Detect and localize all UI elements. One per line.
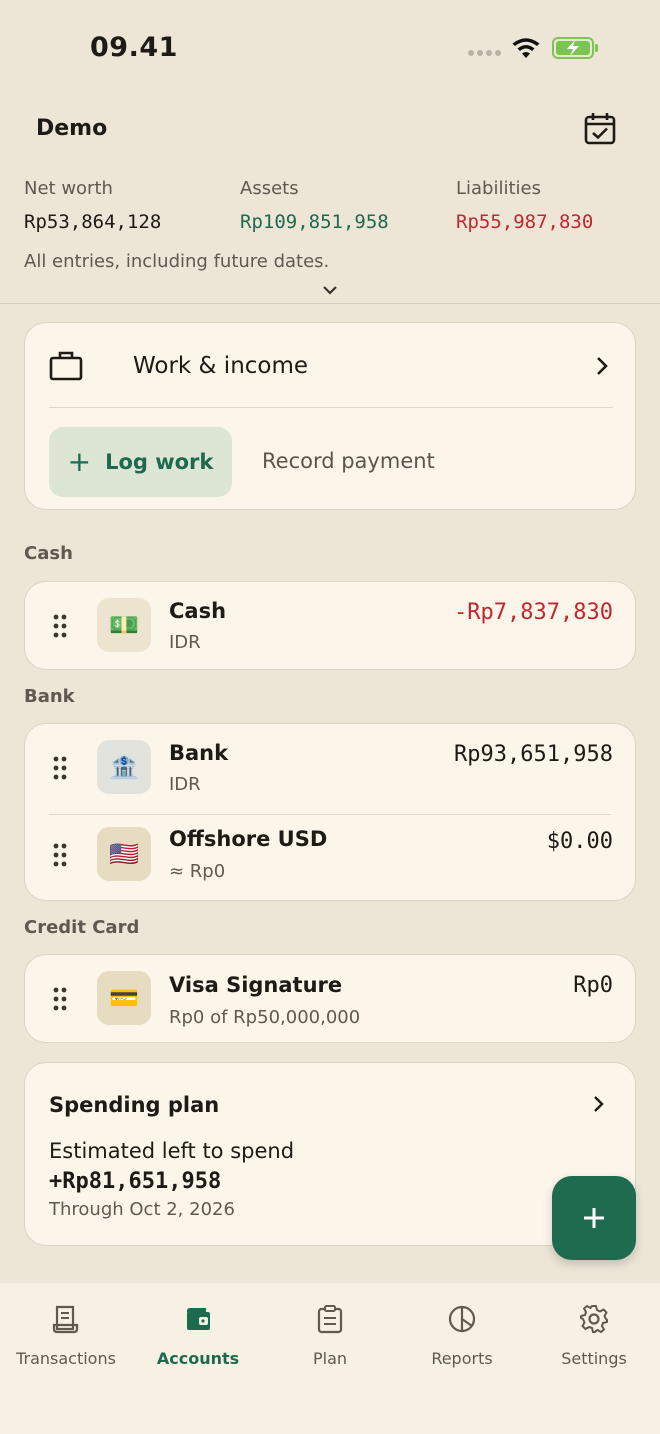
gear-icon bbox=[580, 1305, 608, 1333]
us-flag-icon: 🇺🇸 bbox=[97, 827, 151, 881]
briefcase-icon bbox=[49, 351, 83, 381]
battery-charging-icon bbox=[552, 37, 598, 59]
account-card-bank: 🏦 Bank IDR Rp93,651,958 🇺🇸 Offshore USD … bbox=[24, 723, 636, 901]
drag-handle-icon[interactable] bbox=[53, 614, 67, 638]
status-time: 09.41 bbox=[90, 32, 178, 63]
credit-limit-usage: Rp0 of Rp50,000,000 bbox=[169, 1007, 361, 1028]
clipboard-icon bbox=[317, 1305, 343, 1334]
account-name: Bank bbox=[169, 741, 229, 765]
nav-item-reports[interactable]: Reports bbox=[396, 1303, 528, 1368]
net-worth-column: Net worth Rp53,864,128 bbox=[24, 178, 161, 233]
account-balance: Rp93,651,958 bbox=[454, 742, 613, 767]
account-card-cash: 💵 Cash IDR -Rp7,837,830 bbox=[24, 581, 636, 670]
account-name: Cash bbox=[169, 599, 227, 623]
cash-emoji-icon: 💵 bbox=[97, 598, 151, 652]
drag-handle-icon[interactable] bbox=[53, 987, 67, 1011]
spending-plan-card[interactable]: Spending plan Estimated left to spend +R… bbox=[24, 1062, 636, 1246]
liabilities-label: Liabilities bbox=[456, 178, 541, 199]
work-income-card: Work & income + Log work Record payment bbox=[24, 322, 636, 510]
liabilities-column: Liabilities Rp55,987,830 bbox=[456, 178, 593, 233]
assets-value: Rp109,851,958 bbox=[240, 211, 389, 233]
add-button[interactable] bbox=[552, 1176, 636, 1260]
account-balance: $0.00 bbox=[546, 829, 613, 854]
nav-label: Settings bbox=[561, 1349, 627, 1368]
assets-label: Assets bbox=[240, 178, 299, 199]
liabilities-value: Rp55,987,830 bbox=[456, 211, 594, 233]
net-worth-label: Net worth bbox=[24, 178, 113, 199]
nav-item-accounts[interactable]: Accounts bbox=[132, 1303, 264, 1368]
account-row-offshore-usd[interactable]: 🇺🇸 Offshore USD ≈ Rp0 $0.00 bbox=[25, 813, 637, 901]
cellular-signal-icon bbox=[468, 50, 501, 56]
nav-item-transactions[interactable]: Transactions bbox=[0, 1303, 132, 1368]
account-name: Visa Signature bbox=[169, 973, 343, 997]
log-work-button[interactable]: + Log work bbox=[49, 427, 232, 497]
divider bbox=[49, 407, 613, 408]
status-bar: 09.41 bbox=[0, 0, 660, 96]
account-currency: IDR bbox=[169, 774, 201, 795]
divider bbox=[0, 303, 660, 304]
receipt-icon bbox=[52, 1305, 79, 1334]
chevron-right-icon bbox=[597, 357, 608, 375]
log-work-label: Log work bbox=[105, 450, 214, 474]
nav-label: Transactions bbox=[16, 1349, 116, 1368]
wifi-icon bbox=[512, 38, 540, 58]
assets-column: Assets Rp109,851,958 bbox=[240, 178, 389, 233]
nav-item-settings[interactable]: Settings bbox=[528, 1303, 660, 1368]
account-row-visa-signature[interactable]: 💳 Visa Signature Rp0 of Rp50,000,000 Rp0 bbox=[25, 955, 637, 1043]
bank-emoji-icon: 🏦 bbox=[97, 740, 151, 794]
nav-label: Reports bbox=[431, 1349, 493, 1368]
chevron-right-icon bbox=[594, 1096, 604, 1112]
record-payment-button[interactable]: Record payment bbox=[262, 449, 435, 473]
wallet-icon bbox=[187, 1308, 210, 1330]
chevron-down-icon[interactable] bbox=[320, 282, 340, 298]
account-converted-value: ≈ Rp0 bbox=[169, 861, 226, 882]
work-income-title: Work & income bbox=[133, 353, 309, 379]
spending-plan-title: Spending plan bbox=[49, 1093, 220, 1117]
pie-chart-icon bbox=[448, 1305, 476, 1333]
section-label-cash: Cash bbox=[24, 543, 73, 564]
drag-handle-icon[interactable] bbox=[53, 756, 67, 780]
account-card-credit: 💳 Visa Signature Rp0 of Rp50,000,000 Rp0 bbox=[24, 954, 636, 1043]
nav-label: Accounts bbox=[156, 1349, 240, 1368]
account-name: Offshore USD bbox=[169, 827, 328, 851]
work-income-row[interactable]: Work & income bbox=[49, 345, 613, 389]
estimated-left-label: Estimated left to spend bbox=[49, 1139, 295, 1163]
account-row-bank[interactable]: 🏦 Bank IDR Rp93,651,958 bbox=[25, 724, 637, 812]
net-worth-value: Rp53,864,128 bbox=[24, 211, 162, 233]
page-title: Demo bbox=[36, 116, 108, 141]
nav-item-plan[interactable]: Plan bbox=[264, 1303, 396, 1368]
section-label-bank: Bank bbox=[24, 686, 75, 707]
plus-icon bbox=[584, 1208, 604, 1228]
plan-through-date: Through Oct 2, 2026 bbox=[49, 1199, 235, 1220]
account-currency: IDR bbox=[169, 632, 201, 653]
plus-icon: + bbox=[67, 445, 92, 478]
account-balance: Rp0 bbox=[573, 973, 613, 998]
account-balance: -Rp7,837,830 bbox=[454, 600, 613, 625]
calendar-check-icon[interactable] bbox=[582, 110, 618, 146]
section-label-credit-card: Credit Card bbox=[24, 917, 140, 938]
nav-label: Plan bbox=[312, 1349, 348, 1368]
summary-note: All entries, including future dates. bbox=[24, 251, 330, 272]
drag-handle-icon[interactable] bbox=[53, 843, 67, 867]
bottom-nav: Transactions Accounts Plan Reports Setti… bbox=[0, 1283, 660, 1434]
estimated-left-value: +Rp81,651,958 bbox=[49, 1169, 222, 1194]
credit-card-emoji-icon: 💳 bbox=[97, 971, 151, 1025]
account-row-cash[interactable]: 💵 Cash IDR -Rp7,837,830 bbox=[25, 582, 637, 670]
